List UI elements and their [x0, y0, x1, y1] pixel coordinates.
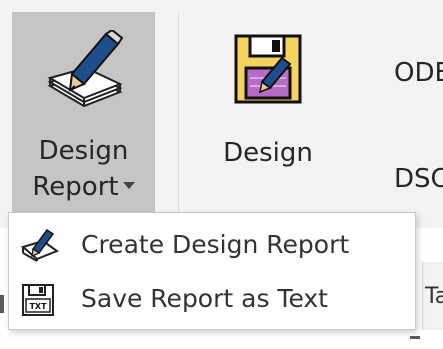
- edge-text-fragment: Ta: [425, 284, 443, 309]
- design-report-label-line1: Design: [38, 136, 129, 166]
- svg-text:TXT: TXT: [29, 302, 47, 311]
- design-report-label-line2: Report: [12, 170, 155, 204]
- pencil-edit-icon: [21, 229, 59, 262]
- edge-left-mark: [0, 295, 4, 313]
- menu-item-label: Save Report as Text: [81, 284, 328, 313]
- menu-item-label: Create Design Report: [81, 230, 350, 259]
- design-report-dropdown-menu: Create Design Report TXT Save Report as …: [8, 212, 416, 330]
- menu-item-save-report-as-text[interactable]: TXT Save Report as Text: [9, 277, 415, 323]
- ribbon-separator: [178, 14, 179, 214]
- dropdown-caret-icon: [122, 182, 135, 189]
- floppy-disk-pencil-icon: [234, 34, 302, 104]
- edge-bottom-mark: [410, 336, 420, 339]
- side-label-bottom[interactable]: DSC: [394, 162, 443, 196]
- design-report-button[interactable]: Design Report: [12, 12, 155, 228]
- ribbon: Design Report Design ODB DSC: [0, 0, 443, 228]
- save-txt-icon: TXT: [22, 284, 54, 316]
- side-label-top[interactable]: ODB: [394, 56, 443, 90]
- menu-item-create-design-report[interactable]: Create Design Report: [9, 223, 415, 269]
- design-label: Design: [223, 138, 313, 168]
- notepad-pencil-icon: [46, 30, 123, 108]
- background-strip: [0, 330, 443, 349]
- design-button[interactable]: Design: [182, 12, 354, 228]
